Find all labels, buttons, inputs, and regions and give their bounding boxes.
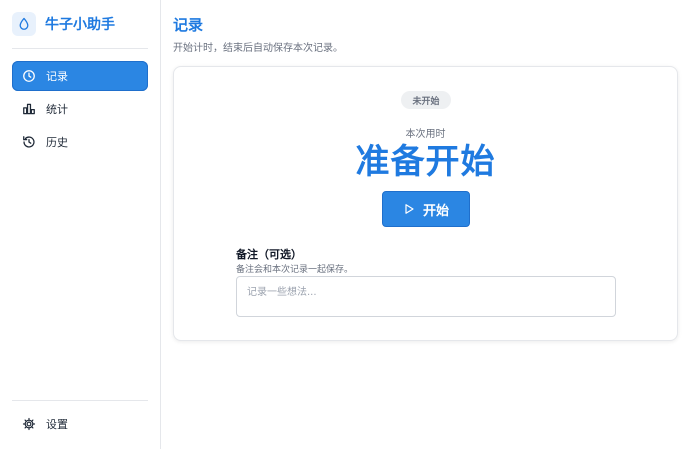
elapsed-label: 本次用时	[405, 129, 446, 140]
sidebar-item-label: 历史	[46, 136, 68, 149]
start-button[interactable]: 开始	[382, 191, 470, 227]
bar-chart-icon	[21, 101, 37, 117]
sidebar-item-stats[interactable]: 统计	[12, 94, 148, 124]
app-title: 牛子小助手	[45, 17, 115, 33]
sidebar-item-label: 设置	[46, 418, 68, 431]
clock-icon	[21, 68, 37, 84]
history-icon	[21, 134, 37, 150]
sidebar-item-label: 记录	[46, 70, 68, 83]
sidebar-item-record[interactable]: 记录	[12, 61, 148, 91]
brand: 牛子小助手	[12, 10, 148, 38]
sidebar-divider	[12, 400, 148, 401]
play-icon	[403, 203, 415, 215]
sidebar-item-settings[interactable]: 设置	[12, 409, 148, 439]
main-content: 记录 开始计时，结束后自动保存本次记录。 未开始 本次用时 准备开始 开始 备注…	[161, 0, 690, 449]
sidebar-divider	[12, 48, 148, 49]
page-subtitle: 开始计时，结束后自动保存本次记录。	[173, 43, 343, 54]
note-help-text: 备注会和本次记录一起保存。	[236, 265, 354, 275]
droplet-icon	[12, 12, 36, 36]
timer-card: 未开始 本次用时 准备开始 开始 备注（可选） 备注会和本次记录一起保存。	[173, 66, 678, 341]
page-title: 记录	[173, 16, 204, 34]
gear-icon	[21, 416, 37, 432]
sidebar: 牛子小助手 记录 统计 历史 设置	[0, 0, 161, 449]
status-badge: 未开始	[401, 91, 451, 109]
note-input[interactable]	[236, 276, 616, 317]
start-button-label: 开始	[422, 202, 449, 218]
timer-display: 准备开始	[355, 142, 496, 182]
sidebar-item-label: 统计	[46, 103, 68, 116]
sidebar-item-history[interactable]: 历史	[12, 127, 148, 157]
note-label: 备注（可选）	[236, 248, 302, 261]
